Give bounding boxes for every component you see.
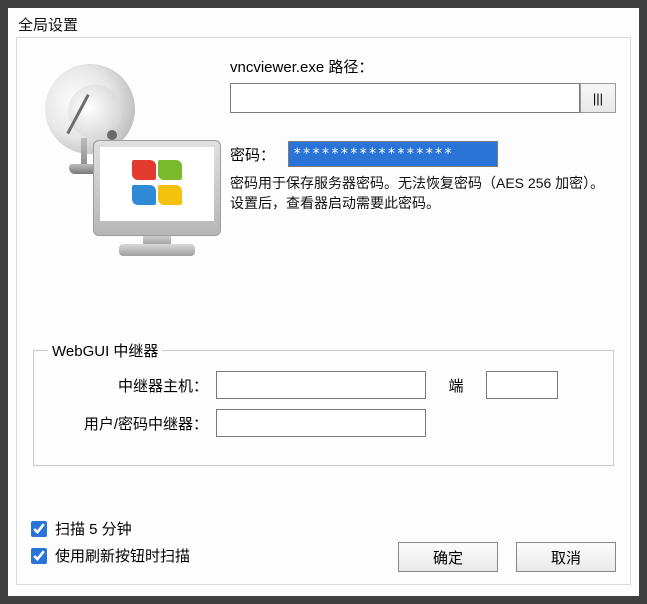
ok-button[interactable]: 确定 [398, 542, 498, 572]
main-panel: vncviewer.exe 路径： ||| 密码： 密码用于保存服务器密码。无法… [16, 37, 631, 585]
browse-button[interactable]: ||| [580, 83, 616, 113]
cancel-button[interactable]: 取消 [516, 542, 616, 572]
illustration [31, 56, 226, 260]
password-hint: 密码用于保存服务器密码。无法恢复密码（AES 256 加密）。 设置后，查看器启… [230, 173, 616, 214]
vncviewer-path-label: vncviewer.exe 路径： [230, 56, 616, 77]
repeater-userpass-label: 用户/密码中继器： [48, 413, 216, 434]
repeater-port-label: 端 [426, 375, 486, 396]
scan-5min-row[interactable]: 扫描 5 分钟 [31, 518, 616, 539]
repeater-port-input[interactable] [486, 371, 558, 399]
scan-on-refresh-checkbox[interactable] [31, 548, 47, 564]
dialog-window: 全局设置 [0, 0, 647, 604]
repeater-host-input[interactable] [216, 371, 426, 399]
password-label: 密码： [230, 144, 288, 165]
repeater-userpass-input[interactable] [216, 409, 426, 437]
password-input[interactable] [288, 141, 498, 167]
webgui-repeater-legend: WebGUI 中继器 [48, 340, 162, 361]
scan-on-refresh-label: 使用刷新按钮时扫描 [55, 545, 190, 566]
scan-5min-label: 扫描 5 分钟 [55, 518, 132, 539]
satellite-monitor-icon [39, 60, 219, 260]
webgui-repeater-group: WebGUI 中继器 中继器主机： 端 用户/密码中继器： [33, 340, 614, 466]
repeater-host-label: 中继器主机： [48, 375, 216, 396]
dialog-title: 全局设置 [8, 8, 639, 37]
vncviewer-path-input[interactable] [230, 83, 580, 113]
scan-5min-checkbox[interactable] [31, 521, 47, 537]
